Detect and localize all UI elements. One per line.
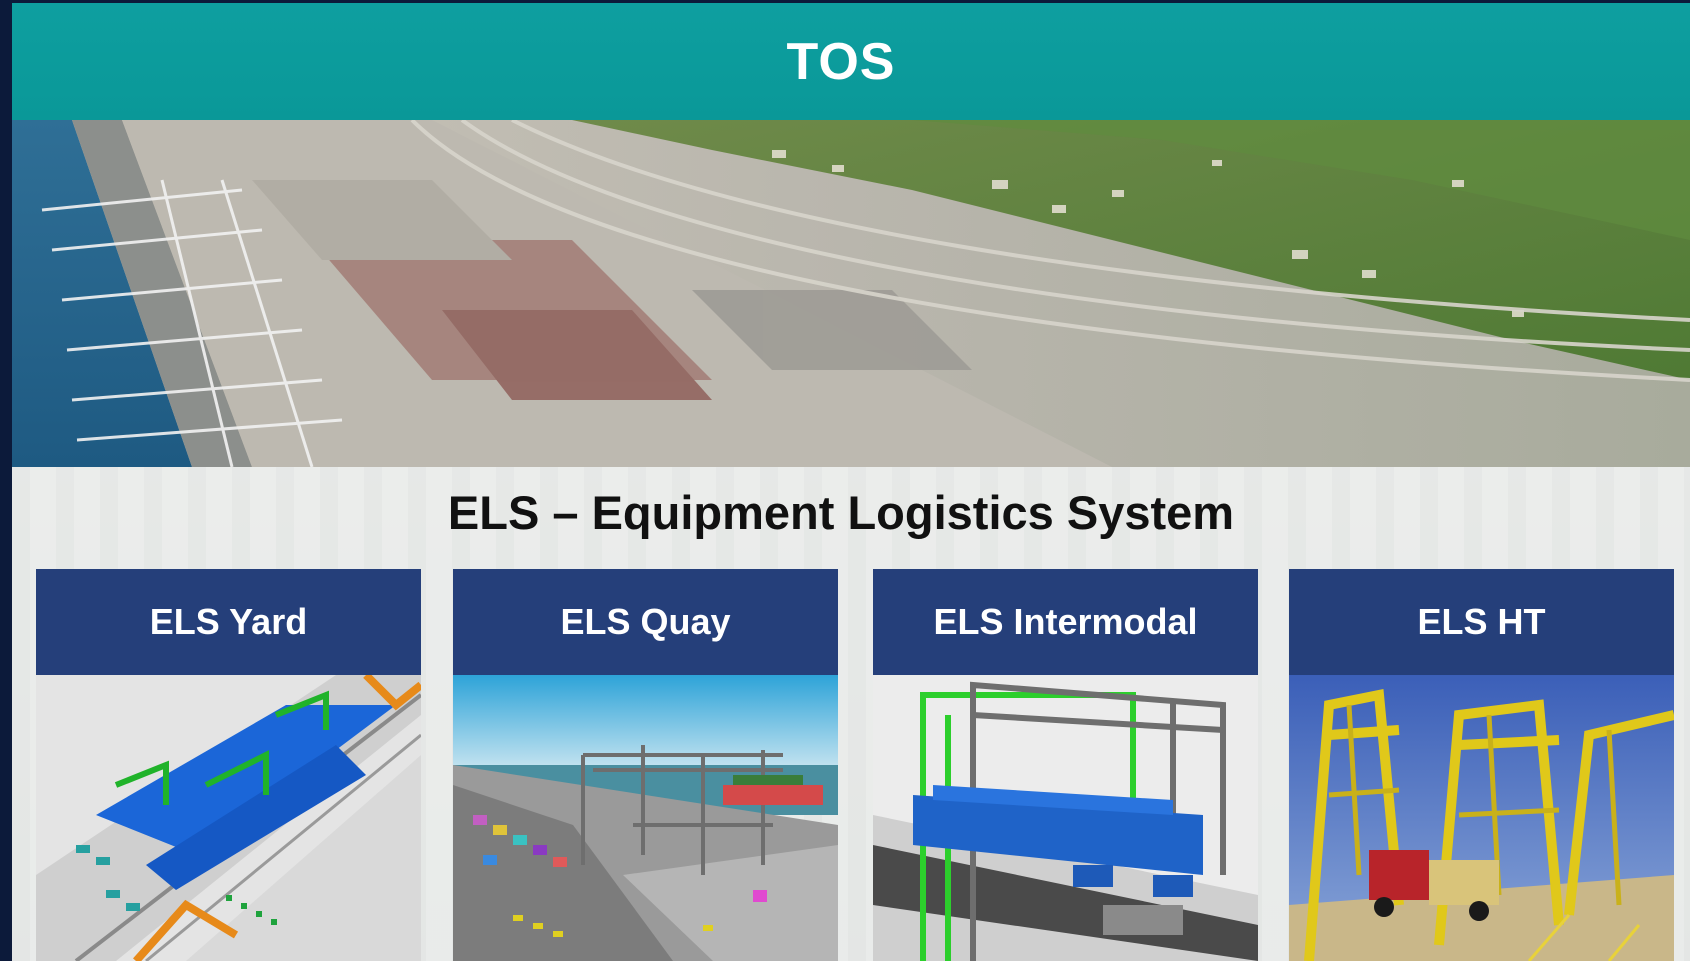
card-els-quay[interactable]: ELS Quay xyxy=(453,569,838,961)
page-title: TOS xyxy=(786,32,896,91)
card-els-intermodal[interactable]: ELS Intermodal xyxy=(873,569,1258,961)
card-header: ELS Yard xyxy=(36,569,421,675)
card-header: ELS HT xyxy=(1289,569,1674,675)
section-title: ELS – Equipment Logistics System xyxy=(447,486,1235,539)
straddle-carrier-photo xyxy=(1289,675,1674,961)
card-label: ELS Intermodal xyxy=(933,601,1198,642)
card-label: ELS HT xyxy=(1417,601,1546,642)
quay-render-image xyxy=(453,675,838,961)
card-label: ELS Quay xyxy=(560,601,731,642)
slide: TOS ELS – Equipment Logistics System ELS… xyxy=(12,3,1690,961)
yard-render-image xyxy=(36,675,421,961)
intermodal-render-image xyxy=(873,675,1258,961)
card-header: ELS Quay xyxy=(453,569,838,675)
card-label: ELS Yard xyxy=(149,601,308,642)
card-els-ht[interactable]: ELS HT xyxy=(1289,569,1674,961)
aerial-port-photo xyxy=(12,120,1690,467)
card-els-yard[interactable]: ELS Yard xyxy=(36,569,421,961)
top-banner: TOS xyxy=(12,3,1690,120)
card-header: ELS Intermodal xyxy=(873,569,1258,675)
